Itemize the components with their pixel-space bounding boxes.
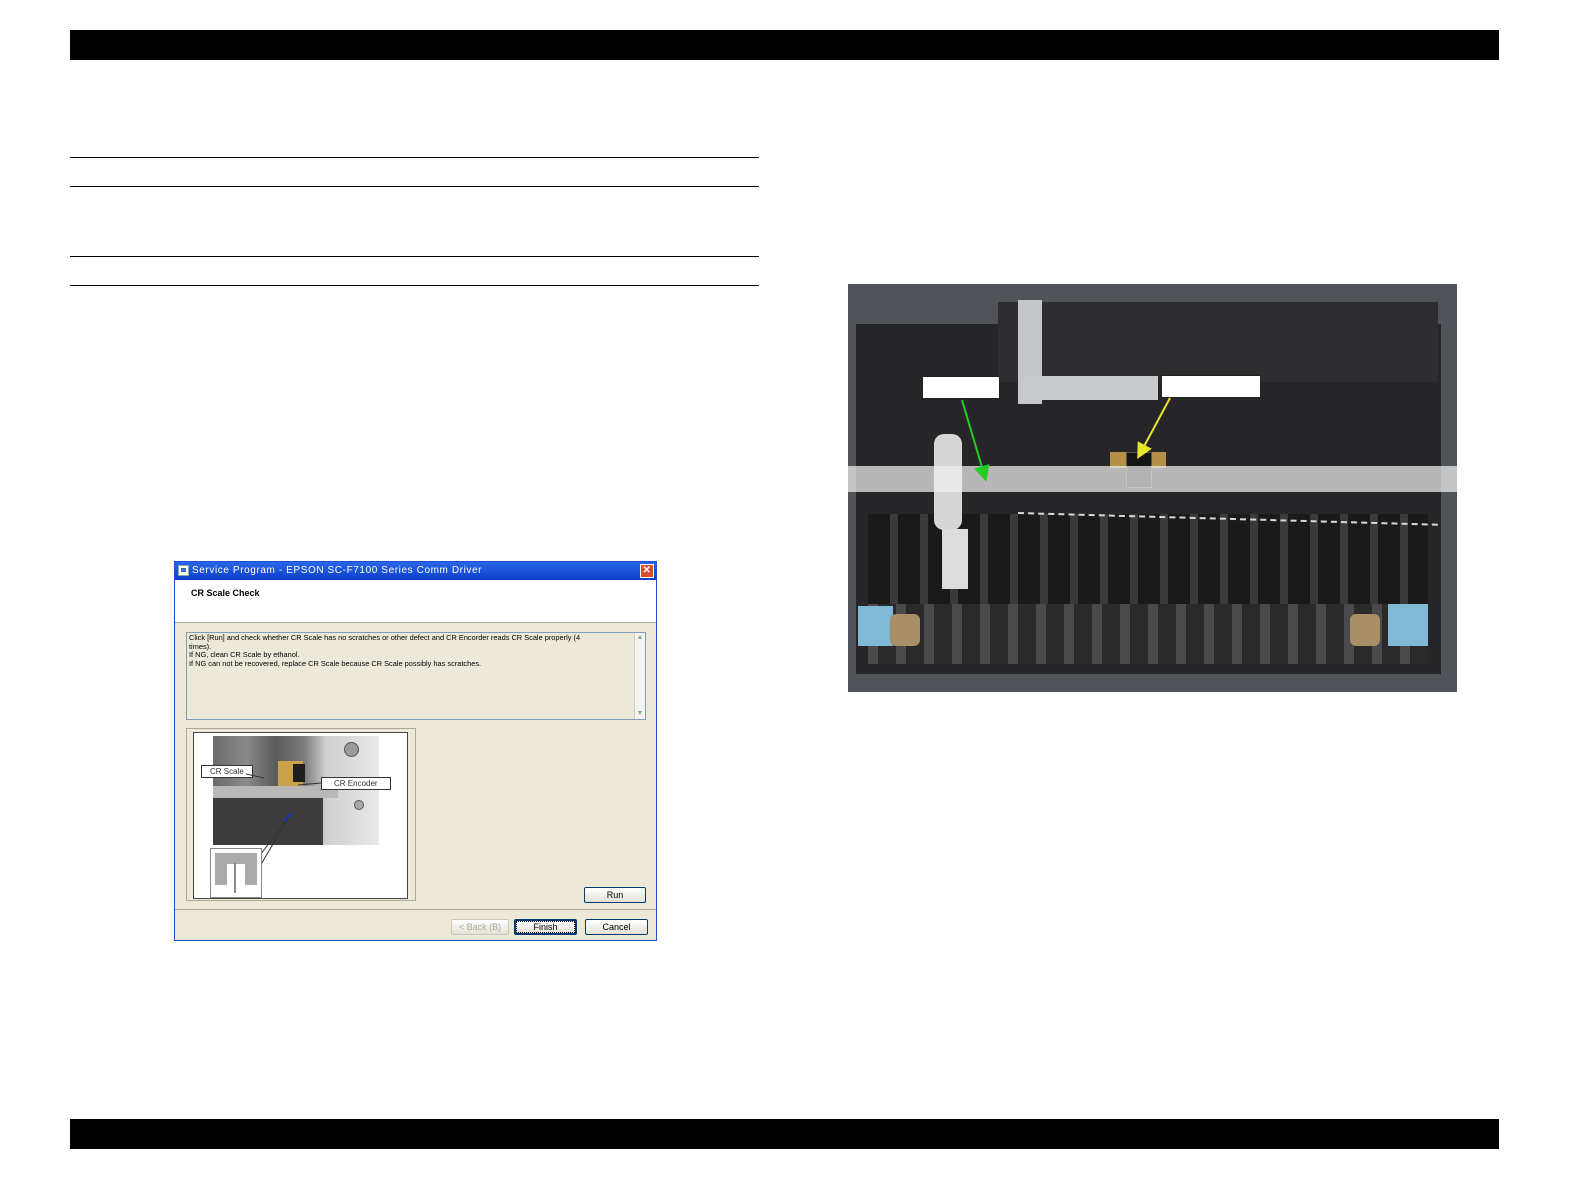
service-program-dialog: Service Program - EPSON SC-F7100 Series … [174, 561, 657, 941]
run-button[interactable]: Run [584, 887, 646, 903]
table-rule [70, 157, 759, 158]
message-box: Click [Run] and check whether CR Scale h… [186, 632, 646, 720]
table-rule [70, 285, 759, 286]
dialog-title-bar: Service Program - EPSON SC-F7100 Series … [175, 562, 656, 580]
finish-button[interactable]: Finish [514, 919, 577, 935]
back-button[interactable]: < Back (B) [451, 919, 509, 935]
table-rule [70, 256, 759, 257]
scale-detail-inset [210, 848, 262, 898]
cancel-button[interactable]: Cancel [585, 919, 648, 935]
close-icon[interactable]: ✕ [640, 564, 654, 578]
instruction-image-frame: CR Scale CR Encoder [186, 728, 416, 901]
message-line: If NG can not be recovered, replace CR S… [189, 659, 482, 668]
dialog-separator [175, 909, 656, 910]
encoder-arrow [1137, 397, 1171, 460]
scroll-up-icon[interactable]: ▲ [635, 633, 645, 643]
message-line: If NG, clean CR Scale by ethanol. [189, 651, 300, 660]
message-line: times). [189, 642, 212, 651]
page-footer-bar [70, 1119, 1499, 1149]
dialog-header: CR Scale Check [175, 580, 656, 623]
app-icon [178, 565, 189, 576]
message-scrollbar[interactable]: ▲ ▼ [634, 633, 645, 719]
scroll-down-icon[interactable]: ▼ [635, 709, 645, 719]
callout-arrows [961, 397, 1171, 482]
dialog-heading: CR Scale Check [191, 588, 260, 598]
message-line: Click [Run] and check whether CR Scale h… [189, 634, 581, 642]
instruction-image: CR Scale CR Encoder [193, 732, 408, 899]
page-header-bar [70, 30, 1499, 60]
dialog-title: Service Program - EPSON SC-F7100 Series … [192, 565, 483, 576]
table-rule [70, 186, 759, 187]
carriage-unit-photo [848, 284, 1457, 692]
scale-arrow [961, 399, 990, 482]
